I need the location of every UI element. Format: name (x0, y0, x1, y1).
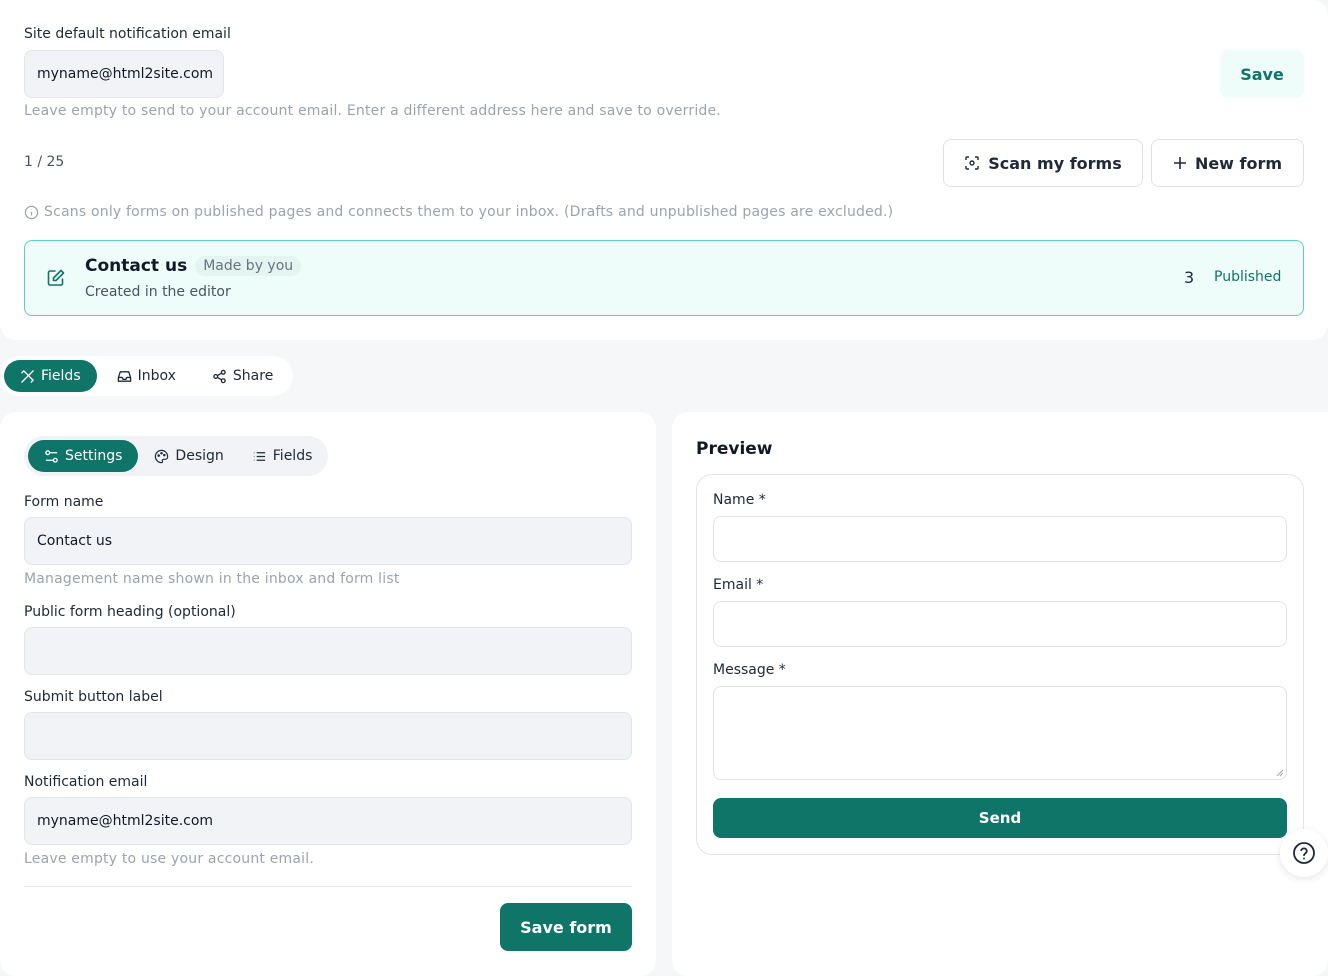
heading-input[interactable] (24, 627, 632, 675)
notification-settings-card: Site default notification email myname@h… (0, 0, 1328, 340)
list-icon (253, 451, 265, 461)
form-title: Contact us (85, 256, 188, 276)
site-email-hint: Leave empty to send to your account emai… (24, 103, 721, 119)
form-name-input[interactable]: Contact us (24, 517, 632, 565)
subtab-design[interactable]: Design (142, 440, 235, 472)
save-email-button[interactable]: Save (1220, 50, 1304, 98)
subtab-fields[interactable]: Fields (240, 440, 325, 472)
preview-name-label: Name * (713, 492, 766, 508)
scan-info: Scans only forms on published pages and … (24, 204, 893, 220)
scan-forms-button[interactable]: Scan my forms (943, 139, 1143, 187)
scan-info-text: Scans only forms on published pages and … (44, 204, 894, 220)
form-subtitle: Created in the editor (85, 284, 231, 300)
tab-fields-label: Fields (41, 368, 81, 384)
tab-share-label: Share (232, 368, 274, 384)
plus-icon (1173, 157, 1186, 169)
form-name-label: Form name (24, 494, 104, 510)
preview-message-label: Message * (713, 662, 786, 678)
preview-send-button[interactable]: Send (713, 798, 1287, 838)
save-form-button[interactable]: Save form (500, 903, 632, 951)
preview-form: Name * Email * Message * Send (696, 474, 1304, 855)
main-tabs: Fields Inbox Share (0, 356, 294, 396)
new-form-button[interactable]: New form (1151, 139, 1304, 187)
subtab-design-label: Design (175, 448, 224, 464)
notification-email-input[interactable]: myname@html2site.com (24, 797, 632, 845)
site-email-label: Site default notification email (24, 26, 231, 42)
submit-label-label: Submit button label (24, 689, 163, 705)
tab-inbox-label: Inbox (137, 368, 176, 384)
form-count: 1 / 25 (24, 154, 65, 170)
site-email-input[interactable]: myname@html2site.com (24, 50, 224, 98)
heading-label: Public form heading (optional) (24, 604, 236, 620)
palette-icon (155, 449, 169, 463)
editor-panel: Settings Design Fields Form name Contact… (0, 412, 656, 976)
notification-email-label: Notification email (24, 774, 148, 790)
preview-title: Preview (696, 439, 773, 459)
subtab-fields-label: Fields (272, 448, 313, 464)
preview-message-textarea[interactable] (713, 686, 1287, 780)
new-form-label: New form (1194, 153, 1283, 173)
subtab-settings-label: Settings (65, 448, 123, 464)
form-name-hint: Management name shown in the inbox and f… (24, 571, 400, 587)
editor-subtabs: Settings Design Fields (24, 436, 329, 476)
submit-label-input[interactable] (24, 712, 632, 760)
scan-forms-label: Scan my forms (988, 153, 1122, 173)
preview-name-input[interactable] (713, 516, 1287, 562)
preview-panel: Preview Name * Email * Message * Send (672, 412, 1328, 976)
form-list-item[interactable]: Contact us Made by you Created in the ed… (24, 240, 1304, 316)
divider (24, 886, 632, 887)
scan-icon (965, 156, 979, 170)
inbox-icon (117, 370, 131, 382)
preview-email-input[interactable] (713, 601, 1287, 647)
tools-icon (21, 369, 34, 383)
made-by-badge: Made by you (195, 256, 302, 276)
share-icon (213, 369, 226, 383)
help-button[interactable] (1280, 829, 1328, 877)
help-icon (1293, 842, 1315, 864)
tab-share[interactable]: Share (196, 360, 289, 392)
status-badge: Published (1214, 269, 1282, 285)
edit-icon (47, 269, 65, 286)
notification-email-hint: Leave empty to use your account email. (24, 851, 315, 867)
tab-inbox[interactable]: Inbox (101, 360, 192, 392)
subtab-settings[interactable]: Settings (28, 440, 139, 472)
sliders-icon (45, 449, 58, 463)
resize-handle-icon[interactable] (1276, 769, 1284, 777)
tab-fields[interactable]: Fields (4, 360, 97, 392)
preview-email-label: Email * (713, 577, 764, 593)
info-icon (24, 205, 39, 219)
submission-count: 3 (1184, 268, 1195, 287)
